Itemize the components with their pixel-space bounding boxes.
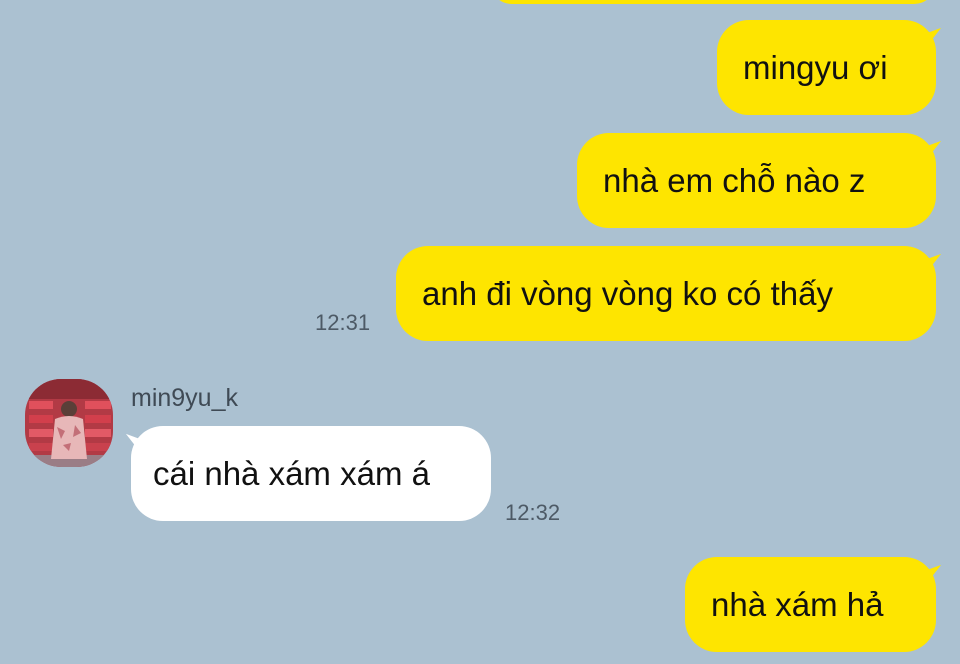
avatar[interactable] xyxy=(25,379,113,467)
message-text: anh đi vòng vòng ko có thấy xyxy=(422,275,833,312)
outgoing-message-bubble[interactable]: nhà em chỗ nào z xyxy=(577,133,936,228)
outgoing-message-bubble[interactable]: nhà xám hả xyxy=(685,557,936,652)
message-text: nhà em chỗ nào z xyxy=(603,162,866,199)
message-timestamp: 12:31 xyxy=(315,310,371,335)
profile-photo-icon xyxy=(25,379,113,467)
outgoing-message-bubble[interactable]: anh đi vòng vòng ko có thấy xyxy=(396,246,936,341)
message-text: cái nhà xám xám á xyxy=(153,455,430,492)
outgoing-message-bubble-partial[interactable] xyxy=(490,0,936,4)
chat-area: mingyu ơi nhà em chỗ nào z anh đi vòng v… xyxy=(0,0,960,664)
outgoing-message-bubble[interactable]: mingyu ơi xyxy=(717,20,936,115)
message-text: mingyu ơi xyxy=(743,49,888,86)
message-timestamp: 12:32 xyxy=(505,500,561,525)
sender-name: min9yu_k xyxy=(131,384,238,412)
message-text: nhà xám hả xyxy=(711,586,884,623)
incoming-message-bubble[interactable]: cái nhà xám xám á xyxy=(131,426,491,521)
